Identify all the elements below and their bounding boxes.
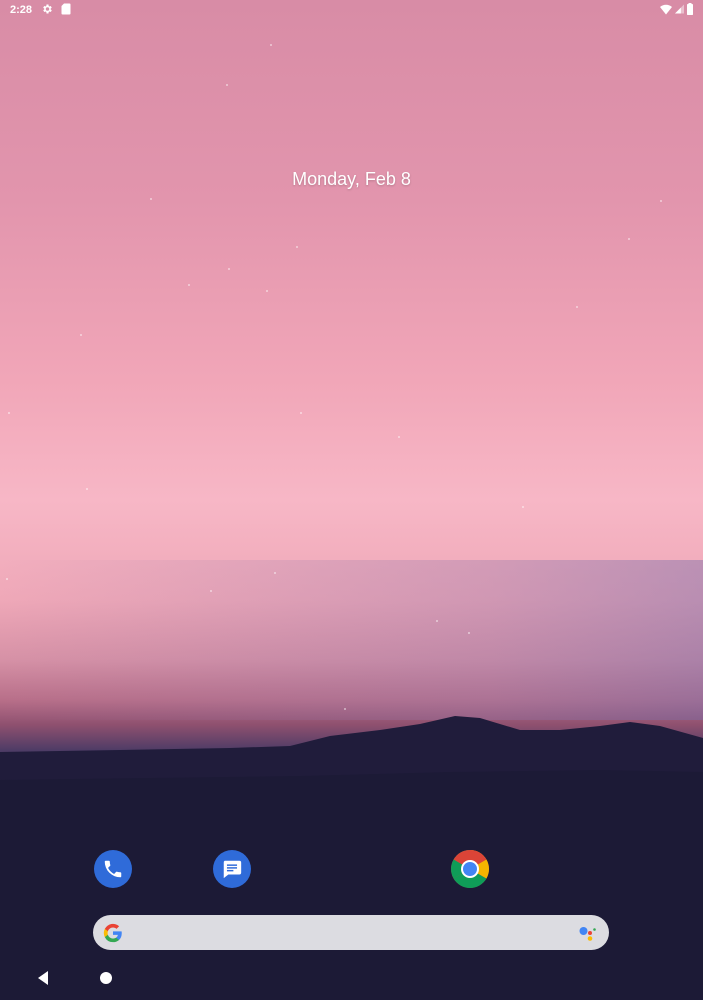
wallpaper-mountains [0, 716, 703, 1000]
sd-card-icon [61, 3, 71, 15]
chrome-icon [451, 850, 489, 888]
status-right-icons [660, 3, 693, 15]
back-icon[interactable] [36, 970, 50, 986]
settings-gear-icon [43, 4, 52, 14]
phone-icon [104, 860, 122, 878]
status-time: 2:28 [10, 4, 33, 16]
home-screen: 2:28 Monday, Feb 8 [0, 0, 703, 1000]
cell-signal-icon [675, 4, 684, 14]
status-bar: 2:28 [0, 0, 703, 20]
date-widget[interactable]: Monday, Feb 8 [0, 169, 703, 190]
wallpaper-haze [0, 560, 703, 720]
google-search-bar[interactable] [93, 915, 609, 950]
phone-app-button[interactable] [94, 850, 132, 888]
google-g-icon [103, 923, 122, 943]
battery-icon [687, 3, 693, 15]
messages-app-button[interactable] [213, 850, 251, 888]
google-assistant-icon[interactable] [579, 925, 597, 941]
wifi-icon [660, 4, 672, 14]
messages-icon [223, 860, 242, 879]
chrome-app-button[interactable] [451, 850, 489, 888]
home-icon[interactable] [100, 972, 112, 984]
